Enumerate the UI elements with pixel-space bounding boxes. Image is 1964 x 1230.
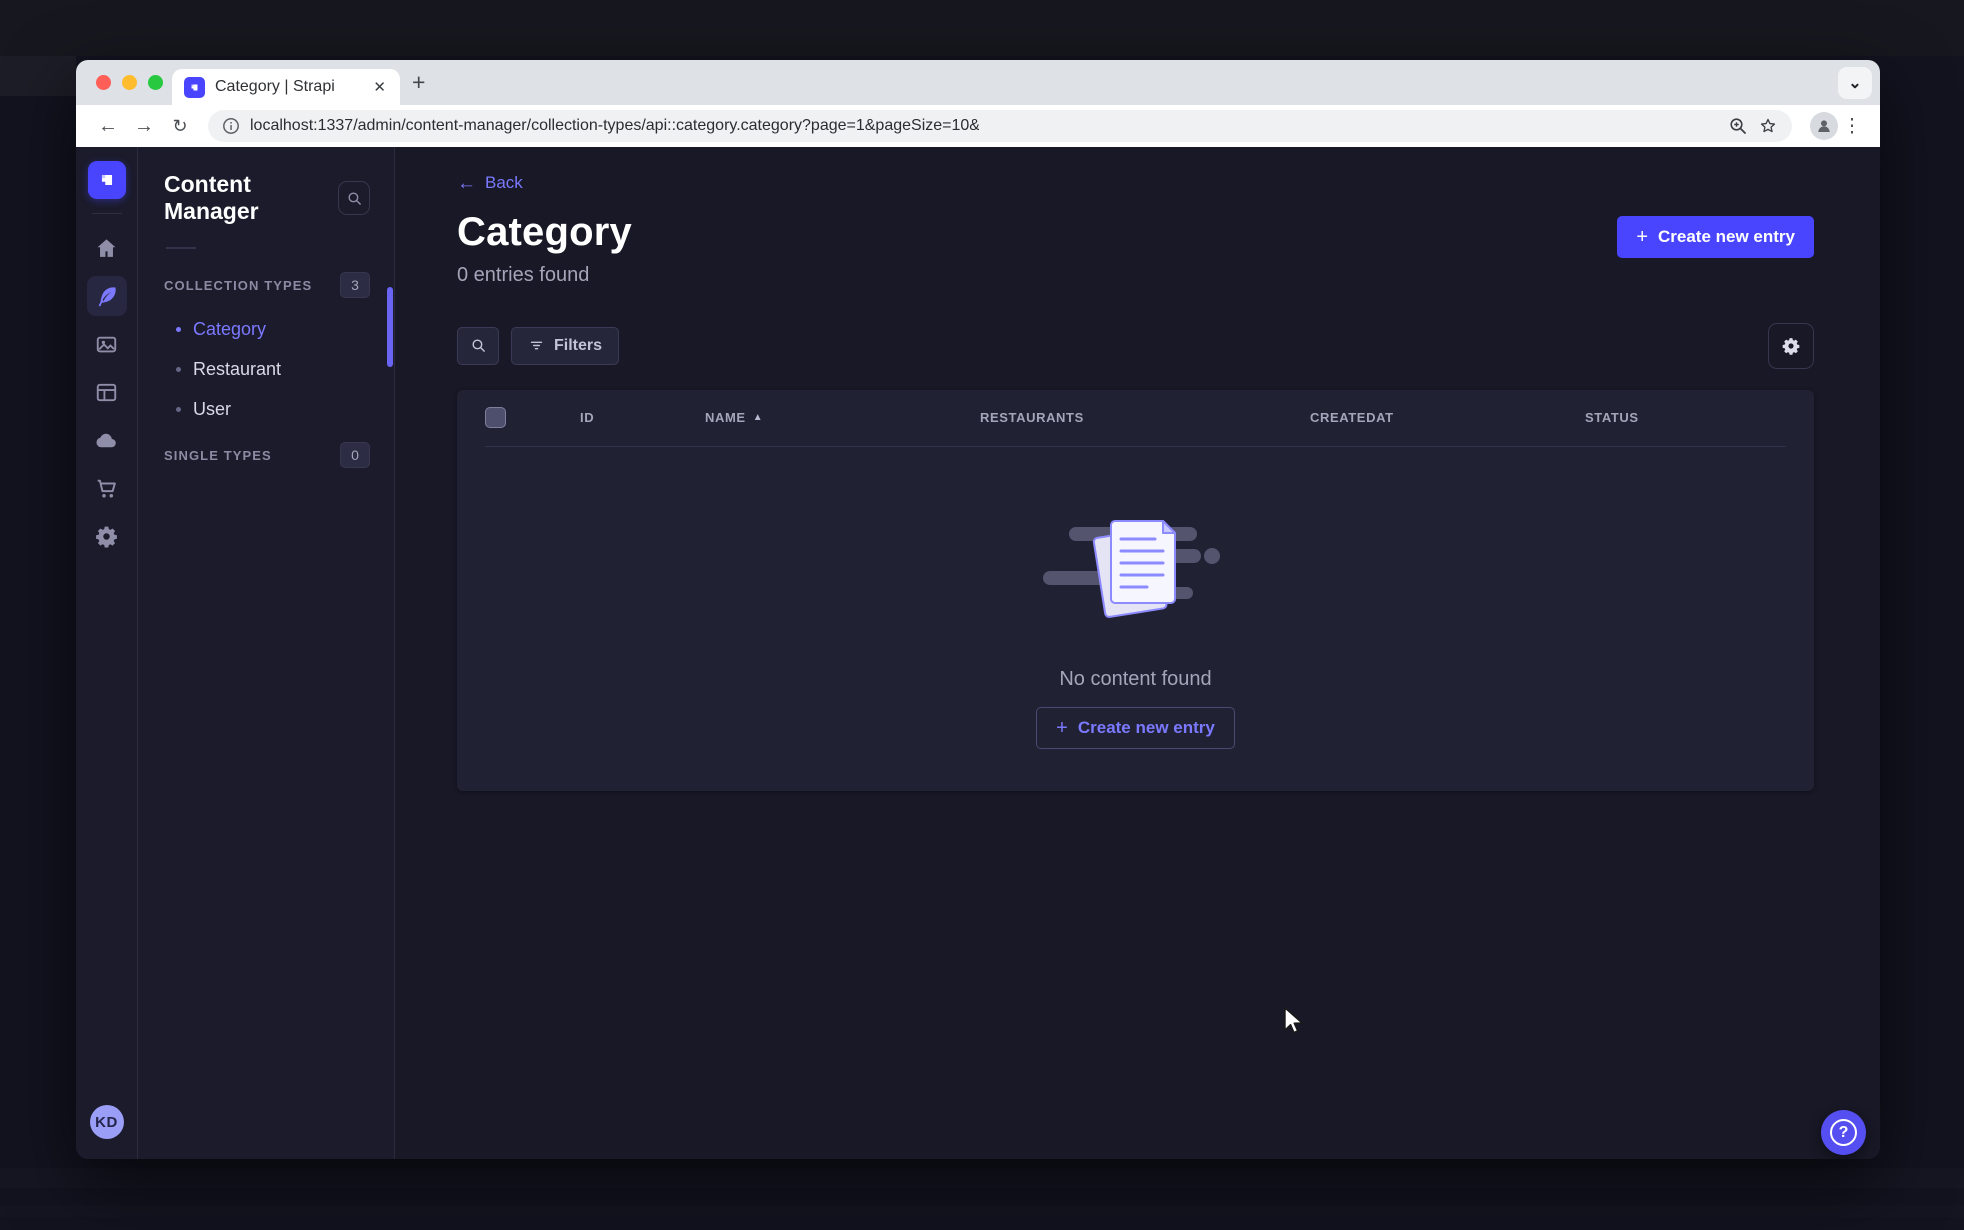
strapi-app: KD Content Manager COLLECTION TYPES 3 Ca… (76, 147, 1880, 1159)
sidebar-item-cloud[interactable] (87, 420, 127, 460)
empty-state-text: No content found (1059, 667, 1212, 690)
browser-reload-button[interactable]: ↻ (162, 116, 198, 137)
cart-icon (97, 479, 116, 498)
section-label: SINGLE TYPES (164, 447, 272, 463)
zoom-page-icon[interactable] (1728, 116, 1748, 136)
browser-menu-kebab-icon[interactable]: ⋮ (1838, 115, 1866, 138)
empty-create-entry-button[interactable]: + Create new entry (1036, 706, 1235, 749)
back-label: Back (485, 173, 523, 192)
help-button[interactable]: ? (1821, 1110, 1866, 1155)
sidebar-item-content-type-builder[interactable] (87, 372, 127, 412)
subnav-search-button[interactable] (338, 181, 370, 215)
browser-profile-icon[interactable] (1810, 112, 1838, 140)
desktop-top-strip (0, 0, 1964, 56)
subnav-item-category[interactable]: Category (164, 309, 370, 349)
collection-types-section: COLLECTION TYPES 3 (164, 269, 370, 301)
column-header-name[interactable]: NAME ▲ (705, 410, 980, 425)
page-title: Category (457, 209, 632, 254)
column-header-id[interactable]: ID (580, 410, 705, 425)
rail-divider (91, 213, 122, 214)
list-toolbar: Filters (457, 322, 1814, 369)
site-info-icon[interactable] (222, 117, 240, 135)
column-header-restaurants[interactable]: RESTAURANTS (980, 410, 1310, 425)
gear-icon (96, 526, 117, 547)
filters-button[interactable]: Filters (511, 326, 620, 365)
tab-strip-chevron-icon[interactable]: ⌄ (1838, 67, 1872, 99)
table-header-row: ID NAME ▲ RESTAURANTS CREATEDAT STATUS (457, 390, 1814, 446)
column-header-createdat[interactable]: CREATEDAT (1310, 410, 1585, 425)
media-library-icon (96, 336, 117, 352)
browser-toolbar: ← → ↻ localhost:1337/admin/content-manag… (76, 105, 1880, 147)
bullet-icon (176, 366, 181, 372)
subnav-item-restaurant[interactable]: Restaurant (164, 349, 370, 389)
view-settings-button[interactable] (1768, 322, 1814, 369)
collection-types-count-badge: 3 (340, 272, 370, 298)
sidebar-item-home[interactable] (87, 228, 127, 268)
sidebar-item-marketplace[interactable] (87, 468, 127, 508)
no-content-illustration (1042, 519, 1220, 618)
browser-forward-button[interactable]: → (126, 115, 162, 138)
address-bar[interactable]: localhost:1337/admin/content-manager/col… (208, 110, 1792, 142)
user-avatar[interactable]: KD (89, 1105, 124, 1139)
nav-rail: KD (76, 147, 138, 1159)
zoom-window-button[interactable] (148, 75, 163, 90)
select-all-checkbox[interactable] (485, 407, 506, 428)
browser-back-button[interactable]: ← (90, 115, 126, 138)
desktop-background: Category | Strapi ✕ + ⌄ ← → ↻ localhost:… (0, 0, 1964, 1230)
column-header-status[interactable]: STATUS (1585, 410, 1814, 425)
new-tab-button[interactable]: + (412, 70, 425, 94)
back-arrow-icon: ← (457, 172, 476, 194)
tab-close-icon[interactable]: ✕ (371, 78, 388, 96)
bookmark-star-icon[interactable] (1758, 116, 1778, 136)
back-link[interactable]: ← Back (457, 173, 523, 193)
strapi-favicon-icon (184, 76, 205, 98)
single-types-count-badge: 0 (340, 442, 370, 468)
entries-table: ID NAME ▲ RESTAURANTS CREATEDAT STATUS N… (457, 389, 1814, 791)
subnav-divider (166, 247, 196, 249)
main-content: ← Back Category 0 entries found + Create… (395, 147, 1880, 1159)
bullet-icon (176, 326, 181, 332)
layout-icon (96, 383, 117, 401)
mouse-cursor (1284, 1007, 1303, 1034)
tab-title: Category | Strapi (215, 78, 335, 95)
filter-icon (530, 341, 543, 350)
minimize-window-button[interactable] (122, 75, 137, 90)
close-window-button[interactable] (96, 75, 111, 90)
feather-icon (98, 286, 116, 306)
collection-types-list: Category Restaurant User (164, 309, 370, 429)
section-label: COLLECTION TYPES (164, 277, 313, 293)
empty-state: No content found + Create new entry (457, 447, 1814, 749)
plus-icon: + (1636, 225, 1648, 248)
plus-icon: + (1056, 716, 1068, 739)
sidebar-item-content-manager[interactable] (86, 276, 127, 316)
home-icon (97, 238, 116, 257)
subnav-item-user[interactable]: User (164, 389, 370, 429)
create-new-entry-button[interactable]: + Create new entry (1617, 215, 1814, 258)
subnav-title: Content Manager (164, 171, 259, 224)
window-controls (96, 75, 163, 90)
question-mark-icon: ? (1830, 1119, 1857, 1146)
subnav-scrollbar-thumb[interactable] (387, 287, 393, 367)
browser-tab-category[interactable]: Category | Strapi ✕ (172, 69, 400, 105)
sort-asc-icon: ▲ (752, 412, 764, 423)
url-text: localhost:1337/admin/content-manager/col… (250, 117, 979, 134)
single-types-section: SINGLE TYPES 0 (164, 439, 370, 471)
sidebar-item-settings[interactable] (87, 516, 127, 556)
bullet-icon (176, 406, 181, 412)
desktop-decor-block (0, 56, 76, 96)
search-icon (348, 191, 361, 205)
gear-icon (1782, 337, 1800, 355)
cloud-icon (96, 433, 116, 447)
entries-count: 0 entries found (457, 263, 590, 286)
strapi-logo[interactable] (87, 161, 126, 199)
browser-tab-strip: Category | Strapi ✕ + ⌄ (76, 60, 1880, 105)
content-manager-subnav: Content Manager COLLECTION TYPES 3 Categ… (138, 147, 395, 1159)
desktop-decor-streak (0, 1205, 1964, 1217)
sidebar-item-media-library[interactable] (87, 324, 127, 364)
browser-window: Category | Strapi ✕ + ⌄ ← → ↻ localhost:… (76, 60, 1880, 1159)
search-icon (471, 339, 485, 352)
desktop-decor-streak (0, 1168, 1964, 1188)
table-search-button[interactable] (457, 326, 499, 365)
